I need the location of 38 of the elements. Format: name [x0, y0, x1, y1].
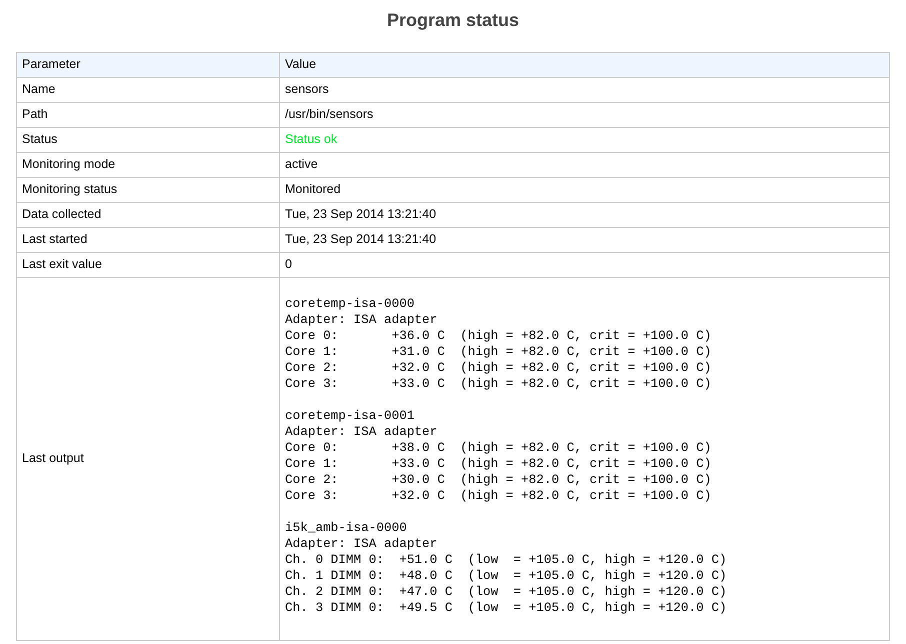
value-cell: sensors [280, 77, 890, 102]
value-cell: Tue, 23 Sep 2014 13:21:40 [280, 227, 890, 252]
value-cell: Tue, 23 Sep 2014 13:21:40 [280, 202, 890, 228]
output-line: Adapter: ISA adapter [285, 424, 438, 440]
output-line: i5k_amb-isa-0000 [285, 520, 408, 536]
output-line: Core 2: +30.0 C (high = +82.0 C, crit = +100.0 C) [285, 472, 712, 488]
output-line: coretemp-isa-0000 [285, 296, 416, 312]
output-line: Core 0: +36.0 C (high = +82.0 C, crit = +100.0 C) [285, 328, 712, 344]
parameter-cell: Last exit value [16, 252, 280, 278]
output-line: Core 3: +33.0 C (high = +82.0 C, crit = +100.0 C) [285, 376, 712, 392]
output-line: Ch. 1 DIMM 0: +48.0 C (low = +105.0 C, high = +120.0 C) [285, 568, 728, 584]
output-line: Ch. 3 DIMM 0: +49.5 C (low = +105.0 C, high = +120.0 C) [285, 600, 728, 616]
parameter-cell: Last output [16, 277, 280, 640]
value-cell: /usr/bin/sensors [280, 102, 890, 128]
parameter-cell: Monitoring mode [16, 152, 280, 178]
value-cell: 0 [280, 252, 890, 278]
output-line: Core 1: +31.0 C (high = +82.0 C, crit = +100.0 C) [285, 344, 712, 360]
output-line: coretemp-isa-0001 [285, 408, 416, 424]
parameter-cell: Last started [16, 227, 280, 252]
value-cell: active [280, 152, 890, 178]
parameter-cell: Name [16, 77, 280, 102]
column-header: Parameter [16, 52, 280, 78]
column-header: Value [280, 52, 890, 78]
output-line: Core 0: +38.0 C (high = +82.0 C, crit = +100.0 C) [285, 440, 712, 456]
parameter-cell: Data collected [16, 202, 280, 228]
parameter-cell: Status [16, 127, 280, 152]
output-line: Core 3: +32.0 C (high = +82.0 C, crit = +100.0 C) [285, 488, 712, 504]
output-line: Core 2: +32.0 C (high = +82.0 C, crit = +100.0 C) [285, 360, 712, 376]
value-cell: Monitored [280, 177, 890, 202]
status-cell: Status ok [280, 127, 890, 152]
parameter-cell: Path [16, 102, 280, 128]
output-line: Ch. 2 DIMM 0: +47.0 C (low = +105.0 C, high = +120.0 C) [285, 584, 728, 600]
output-line: Ch. 0 DIMM 0: +51.0 C (low = +105.0 C, high = +120.0 C) [285, 552, 728, 568]
output-line: Adapter: ISA adapter [285, 536, 438, 552]
output-line: Adapter: ISA adapter [285, 312, 438, 328]
page-title: Program status [386, 10, 520, 32]
output-line: Core 1: +33.0 C (high = +82.0 C, crit = +100.0 C) [285, 456, 712, 472]
parameter-cell: Monitoring status [16, 177, 280, 202]
